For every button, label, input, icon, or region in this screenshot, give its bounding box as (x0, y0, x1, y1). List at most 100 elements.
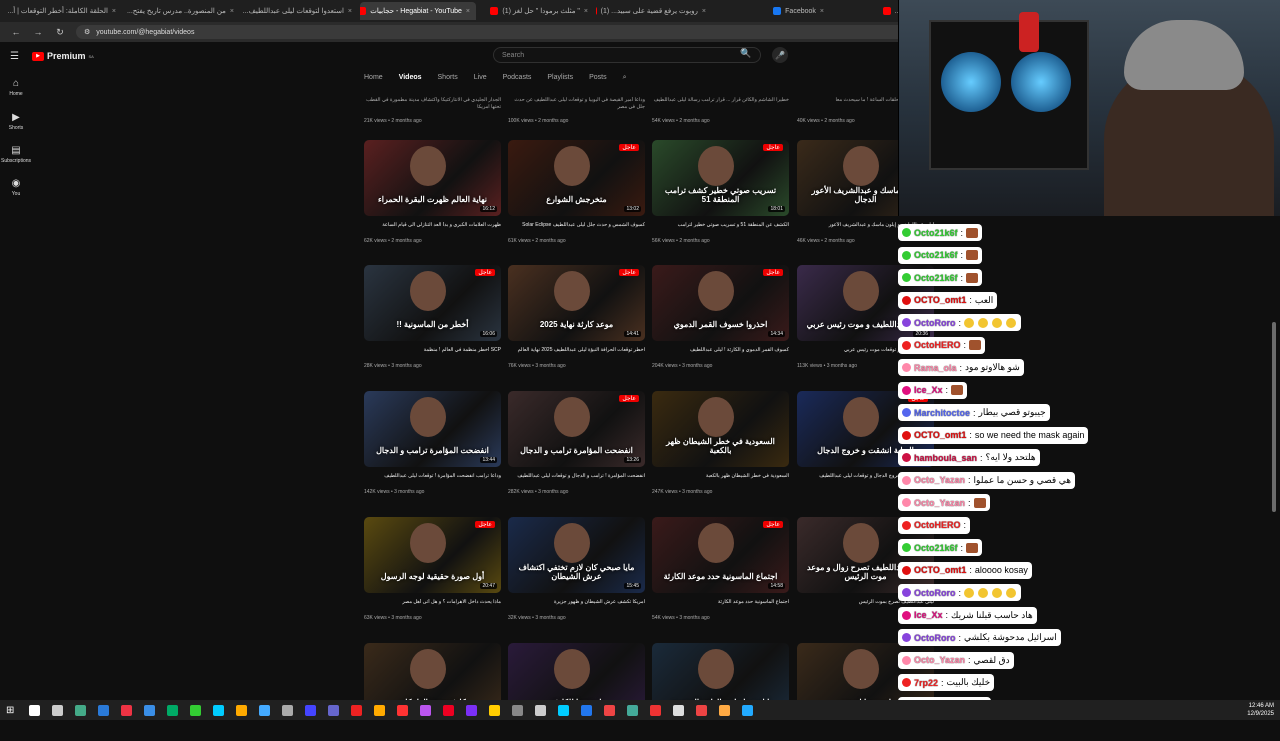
video-card[interactable]: مايا صبحي كان لازم تختفي اكتشاف عرش الشي… (508, 517, 645, 621)
close-tab-icon[interactable]: × (112, 8, 116, 15)
video-title[interactable]: اخطر توقعات الحرافة النبؤة ليلى عبداللطي… (508, 347, 645, 361)
video-title[interactable]: امريكا تكشف عرش الشيطان و ظهور جزيرة (508, 599, 645, 613)
video-thumbnail[interactable]: تسريب صوتي خطير كشف ترامب المنطقة 51 عاجل… (652, 140, 789, 216)
channel-search-icon[interactable]: ⌕ (623, 74, 627, 86)
chrome-icon[interactable] (121, 704, 132, 716)
tab-videos[interactable]: Videos (399, 74, 422, 86)
chrome-icon[interactable] (604, 704, 615, 716)
app-icon[interactable] (512, 704, 523, 716)
video-card[interactable]: انفضحت المؤامرة ترامب و الدجال عاجل 13:26 ا… (508, 391, 645, 495)
app-icon[interactable] (420, 704, 431, 716)
video-card[interactable]: اجتماع الماسونية حدد موعد الكارثة عاجل 14:… (652, 517, 789, 621)
video-title[interactable]: وداعاً ترامب انفضحت المؤامرة ! توقعات لي… (364, 473, 501, 487)
back-icon[interactable]: ← (10, 27, 22, 37)
terminal-icon[interactable] (535, 704, 546, 716)
rail-item-home[interactable]: ⌂ Home (0, 78, 32, 97)
video-card[interactable]: أخطر من الماسونية !! عاجل 16:06 SCP أخطر من… (364, 265, 501, 369)
video-thumbnail[interactable]: السعودية في خطر الشيطان ظهر بالكعبة (652, 391, 789, 467)
address-bar[interactable]: ⚙ youtube.com/@hegabiat/videos (76, 25, 936, 39)
app-icon[interactable] (374, 704, 385, 716)
close-tab-icon[interactable]: × (348, 8, 352, 15)
video-thumbnail[interactable]: مايا صبحي كان لازم تختفي اكتشاف عرش الشي… (508, 517, 645, 593)
app-icon[interactable] (328, 704, 339, 716)
app-icon[interactable] (627, 704, 638, 716)
page-scrollbar[interactable] (1272, 322, 1276, 512)
rail-item-subscriptions[interactable]: ▤ Subscriptions (0, 145, 32, 164)
browser-tab[interactable]: × " مثلث برمودا " حل لغز (1) (478, 2, 594, 20)
app-icon[interactable] (213, 704, 224, 716)
video-card[interactable]: موعد كارثة نهاية 2025 عاجل 14:41 اخطر توقعا… (508, 265, 645, 369)
tab-shorts[interactable]: Shorts (438, 74, 458, 86)
video-title[interactable] (364, 725, 501, 739)
video-title[interactable]: وداعاً أمير القيصة في اليوبيا و توقعات ل… (508, 97, 645, 111)
store-icon[interactable] (167, 704, 178, 716)
browser-tab[interactable]: × الحلقة الكاملة: أخطر التوقعات | أ... (6, 2, 122, 20)
microphone-icon[interactable]: 🎤 (772, 47, 788, 63)
video-thumbnail[interactable]: أول صورة حقيقية لوجه الرسول عاجل 20:47 (364, 517, 501, 593)
video-thumbnail[interactable]: متخرجش الشوارع عاجل 13:02 (508, 140, 645, 216)
search-icon[interactable] (29, 704, 40, 716)
app-icon[interactable] (443, 704, 454, 716)
mail-icon[interactable] (144, 704, 155, 716)
browser-tab[interactable]: × روبوت يرفع قضية على سبيد... (1) (596, 2, 712, 20)
video-card[interactable]: تسريب صوتي خطير كشف ترامب المنطقة 51 عاجل… (652, 140, 789, 244)
video-title[interactable]: خطيرا الشاشم والكائن قرار ... قرار ترامب… (652, 97, 789, 111)
close-tab-icon[interactable]: × (466, 8, 470, 15)
premiere-icon[interactable] (305, 704, 316, 716)
video-thumbnail[interactable]: موعد كارثة نهاية 2025 عاجل 14:41 (508, 265, 645, 341)
video-title[interactable]: الجدار الجليدي في الانتاركتيكا واكتشاف م… (364, 97, 501, 111)
video-title[interactable]: SCP أخطر منظمة في العالم ! منظمة (364, 347, 501, 361)
search-input[interactable]: Search (493, 47, 761, 63)
forward-icon[interactable]: → (32, 27, 44, 37)
video-card[interactable]: احذروا خسوف القمر الدموي عاجل 14:34 كسوف ال… (652, 265, 789, 369)
search-icon[interactable]: 🔍 (740, 48, 751, 59)
video-title[interactable]: السعودية في خطر الشيطان ظهر بالكعبة (652, 473, 789, 487)
task-view-icon[interactable] (52, 704, 63, 716)
app-icon[interactable] (673, 704, 684, 716)
video-card[interactable]: نهاية العالم ظهرت البقرة الحمراء 16:12 ظهر… (364, 140, 501, 244)
video-thumbnail[interactable]: نهاية العالم ظهرت البقرة الحمراء 16:12 (364, 140, 501, 216)
settings-icon[interactable] (259, 704, 270, 716)
video-thumbnail[interactable]: انفضحت المؤامرة ترامب و الدجال 13:44 (364, 391, 501, 467)
video-title[interactable] (652, 725, 789, 739)
folder-icon[interactable] (236, 704, 247, 716)
video-title[interactable]: ظهرت العلامات الكبرى و بدأ العد التنازلي… (364, 222, 501, 236)
video-thumbnail[interactable]: اجتماع الماسونية حدد موعد الكارثة عاجل 14:… (652, 517, 789, 593)
video-card[interactable]: السعودية في خطر الشيطان ظهر بالكعبة السعو… (652, 391, 789, 495)
app-icon[interactable] (351, 704, 362, 716)
video-card[interactable]: كارثة بردية الفاتيكان (364, 643, 501, 741)
app-icon[interactable] (742, 704, 753, 716)
app-icon[interactable] (650, 704, 661, 716)
close-tab-icon[interactable]: × (584, 8, 588, 15)
video-card[interactable]: متخرجش الشوارع عاجل 13:02 كسوف الشمس و حدث … (508, 140, 645, 244)
video-thumbnail[interactable]: انفضحت المؤامرة ترامب و الدجال عاجل 13:26 (508, 391, 645, 467)
close-tab-icon[interactable]: × (820, 8, 824, 15)
tab-live[interactable]: Live (474, 74, 487, 86)
reload-icon[interactable]: ↻ (54, 27, 66, 38)
tab-playlists[interactable]: Playlists (547, 74, 573, 86)
edge-icon[interactable] (98, 704, 109, 716)
rail-item-you[interactable]: ◉ You (0, 178, 32, 197)
close-tab-icon[interactable]: × (230, 8, 234, 15)
app-icon[interactable] (696, 704, 707, 716)
browser-tab[interactable]: × من المنصورة.. مدرس تاريخ يفتح... (124, 2, 240, 20)
steam-icon[interactable] (558, 704, 569, 716)
taskbar-clock[interactable]: 12:46 AM 12/9/2025 (1247, 702, 1274, 718)
video-title[interactable] (508, 725, 645, 739)
site-info-icon[interactable]: ⚙ (84, 28, 90, 36)
browser-tab[interactable]: × Hegabiat - YouTube - حجابيات (360, 2, 476, 20)
video-title[interactable]: انفضحت المؤامرة ! ترامب و الدجال و توقعا… (508, 473, 645, 487)
video-thumbnail[interactable]: احذروا خسوف القمر الدموي عاجل 14:34 (652, 265, 789, 341)
youtube-logo[interactable]: ▶ Premium SA (32, 51, 94, 61)
video-card[interactable]: إيلون ماسك و العلوم المحرمة (652, 643, 789, 741)
tab-podcasts[interactable]: Podcasts (503, 74, 532, 86)
obs-icon[interactable] (466, 704, 477, 716)
menu-icon[interactable]: ☰ (10, 51, 19, 62)
app-icon[interactable] (282, 704, 293, 716)
video-title[interactable]: اجتماع الماسونية حدد موعد الكارثة (652, 599, 789, 613)
app-icon[interactable] (489, 704, 500, 716)
discord-icon[interactable] (581, 704, 592, 716)
app-icon[interactable] (719, 704, 730, 716)
browser-tab[interactable]: × استعدوا لتوقعات ليلى عبداللطيف... (242, 2, 358, 20)
browser-tab[interactable]: × Facebook (714, 2, 830, 20)
